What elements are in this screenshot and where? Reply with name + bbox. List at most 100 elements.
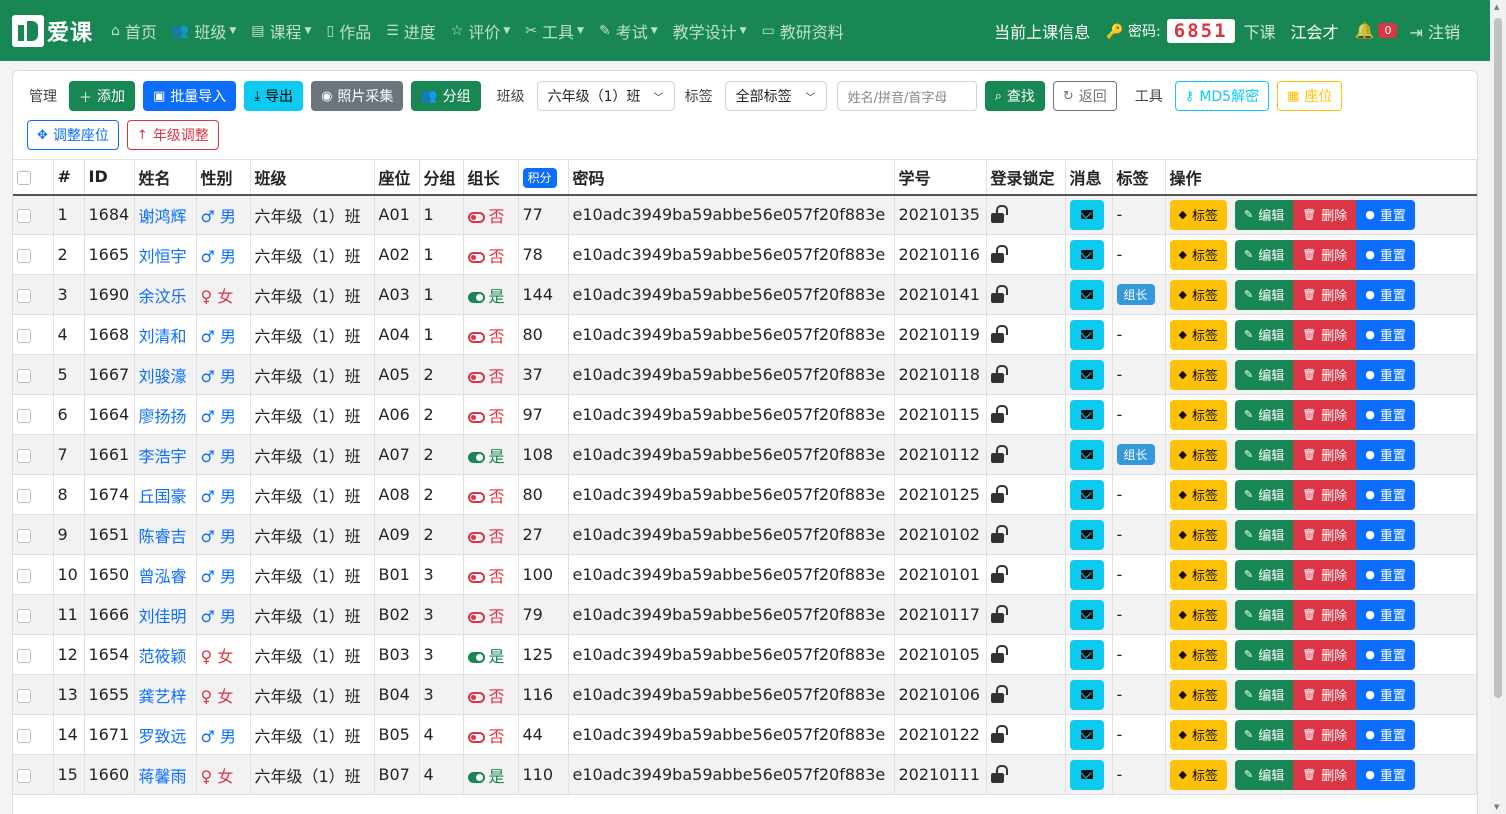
unlock-icon[interactable] [990, 524, 1008, 543]
row-message[interactable] [1065, 394, 1113, 435]
photo-collect-button[interactable]: ◉ 照片采集 [311, 81, 404, 111]
unlock-icon[interactable] [990, 204, 1008, 223]
col-group[interactable]: 分组 [419, 159, 464, 196]
row-leader-toggle[interactable]: 否 [463, 354, 519, 395]
envelope-icon[interactable] [1069, 759, 1104, 790]
col-leader[interactable]: 组长 [463, 159, 519, 196]
row-checkbox[interactable] [17, 488, 31, 503]
nav-item[interactable]: ☰ 进度 [386, 19, 436, 43]
row-reset-button[interactable]: ● 重置 [1356, 559, 1415, 590]
row-leader-toggle[interactable]: 否 [463, 234, 519, 275]
row-tag-button[interactable]: ◆ 标签 [1169, 199, 1227, 230]
scroll-down-icon[interactable]: ▼ [1494, 803, 1499, 811]
row-checkbox[interactable] [17, 288, 31, 303]
col-id[interactable]: ID [84, 159, 135, 196]
row-delete-button[interactable]: 🗑 删除 [1293, 719, 1357, 750]
current-class-info-link[interactable]: 当前上课信息 [994, 19, 1090, 43]
row-leader-toggle[interactable]: 否 [463, 394, 519, 435]
nav-item[interactable]: ⌂ 首页 [111, 19, 157, 43]
row-lock[interactable] [986, 394, 1066, 435]
row-message[interactable] [1065, 474, 1113, 515]
envelope-icon[interactable] [1069, 399, 1104, 430]
student-name-link[interactable]: 刘恒宇 [134, 234, 197, 275]
row-reset-button[interactable]: ● 重置 [1356, 679, 1415, 710]
row-edit-button[interactable]: ✎ 编辑 [1234, 519, 1294, 550]
page-scrollbar[interactable]: ▲ ▼ [1490, 0, 1506, 814]
group-button[interactable]: 👥 分组 [411, 81, 481, 111]
row-checkbox[interactable] [17, 728, 31, 743]
student-name-link[interactable]: 陈睿吉 [134, 514, 197, 555]
student-name-link[interactable]: 曾泓睿 [134, 554, 197, 595]
row-reset-button[interactable]: ● 重置 [1356, 759, 1415, 790]
row-delete-button[interactable]: 🗑 删除 [1293, 399, 1357, 430]
student-name-link[interactable]: 谢鸿辉 [134, 194, 197, 235]
row-tag-button[interactable]: ◆ 标签 [1169, 239, 1227, 270]
row-select-cell[interactable] [13, 234, 54, 275]
envelope-icon[interactable] [1069, 239, 1104, 270]
unlock-icon[interactable] [990, 444, 1008, 463]
scroll-up-icon[interactable]: ▲ [1494, 3, 1499, 11]
row-lock[interactable] [986, 314, 1066, 355]
row-lock[interactable] [986, 594, 1066, 635]
row-lock[interactable] [986, 754, 1066, 795]
row-select-cell[interactable] [13, 354, 54, 395]
row-lock[interactable] [986, 674, 1066, 715]
row-delete-button[interactable]: 🗑 删除 [1293, 639, 1357, 670]
row-lock[interactable] [986, 194, 1066, 235]
unlock-icon[interactable] [990, 724, 1008, 743]
row-delete-button[interactable]: 🗑 删除 [1293, 199, 1357, 230]
tag-select[interactable]: 全部标签 ﹀ [724, 81, 827, 111]
unlock-icon[interactable] [990, 564, 1008, 583]
row-message[interactable] [1065, 274, 1113, 315]
row-edit-button[interactable]: ✎ 编辑 [1234, 399, 1294, 430]
nav-item[interactable]: ▯ 作品 [326, 19, 371, 43]
row-tag-button[interactable]: ◆ 标签 [1169, 559, 1227, 590]
row-reset-button[interactable]: ● 重置 [1356, 359, 1415, 390]
nav-item[interactable]: 教学设计 ▼ [673, 19, 747, 43]
search-button[interactable]: ⌕ 查找 [984, 81, 1045, 111]
row-select-cell[interactable] [13, 674, 54, 715]
row-delete-button[interactable]: 🗑 删除 [1293, 559, 1357, 590]
envelope-icon[interactable] [1069, 639, 1104, 670]
row-reset-button[interactable]: ● 重置 [1356, 279, 1415, 310]
row-select-cell[interactable] [13, 714, 54, 755]
row-select-cell[interactable] [13, 474, 54, 515]
row-message[interactable] [1065, 754, 1113, 795]
row-checkbox[interactable] [17, 408, 31, 423]
row-message[interactable] [1065, 314, 1113, 355]
row-checkbox[interactable] [17, 248, 31, 263]
back-button[interactable]: ↻ 返回 [1052, 81, 1117, 111]
student-name-link[interactable]: 范筱颖 [134, 634, 197, 675]
row-select-cell[interactable] [13, 434, 54, 475]
row-delete-button[interactable]: 🗑 删除 [1293, 239, 1357, 270]
row-select-cell[interactable] [13, 594, 54, 635]
row-lock[interactable] [986, 514, 1066, 555]
row-reset-button[interactable]: ● 重置 [1356, 239, 1415, 270]
row-message[interactable] [1065, 434, 1113, 475]
col-seat[interactable]: 座位 [374, 159, 420, 196]
search-input[interactable]: 姓名/拼音/首字母 [836, 81, 977, 111]
nav-item[interactable]: ▤ 课程 ▼ [251, 19, 311, 43]
row-reset-button[interactable]: ● 重置 [1356, 319, 1415, 350]
batch-import-button[interactable]: ▣ 批量导入 [143, 81, 237, 111]
row-lock[interactable] [986, 234, 1066, 275]
row-reset-button[interactable]: ● 重置 [1356, 439, 1415, 470]
nav-item[interactable]: ✂ 工具 ▼ [525, 19, 584, 43]
col-name[interactable]: 姓名 [134, 159, 197, 196]
unlock-icon[interactable] [990, 764, 1008, 783]
row-edit-button[interactable]: ✎ 编辑 [1234, 479, 1294, 510]
envelope-icon[interactable] [1069, 559, 1104, 590]
col-class[interactable]: 班级 [250, 159, 375, 196]
row-checkbox[interactable] [17, 608, 31, 623]
row-lock[interactable] [986, 274, 1066, 315]
row-lock[interactable] [986, 354, 1066, 395]
row-tag-button[interactable]: ◆ 标签 [1169, 599, 1227, 630]
row-lock[interactable] [986, 634, 1066, 675]
unlock-icon[interactable] [990, 484, 1008, 503]
row-edit-button[interactable]: ✎ 编辑 [1234, 679, 1294, 710]
row-select-cell[interactable] [13, 194, 54, 235]
envelope-icon[interactable] [1069, 359, 1104, 390]
row-leader-toggle[interactable]: 是 [463, 634, 519, 675]
row-edit-button[interactable]: ✎ 编辑 [1234, 319, 1294, 350]
row-delete-button[interactable]: 🗑 删除 [1293, 479, 1357, 510]
